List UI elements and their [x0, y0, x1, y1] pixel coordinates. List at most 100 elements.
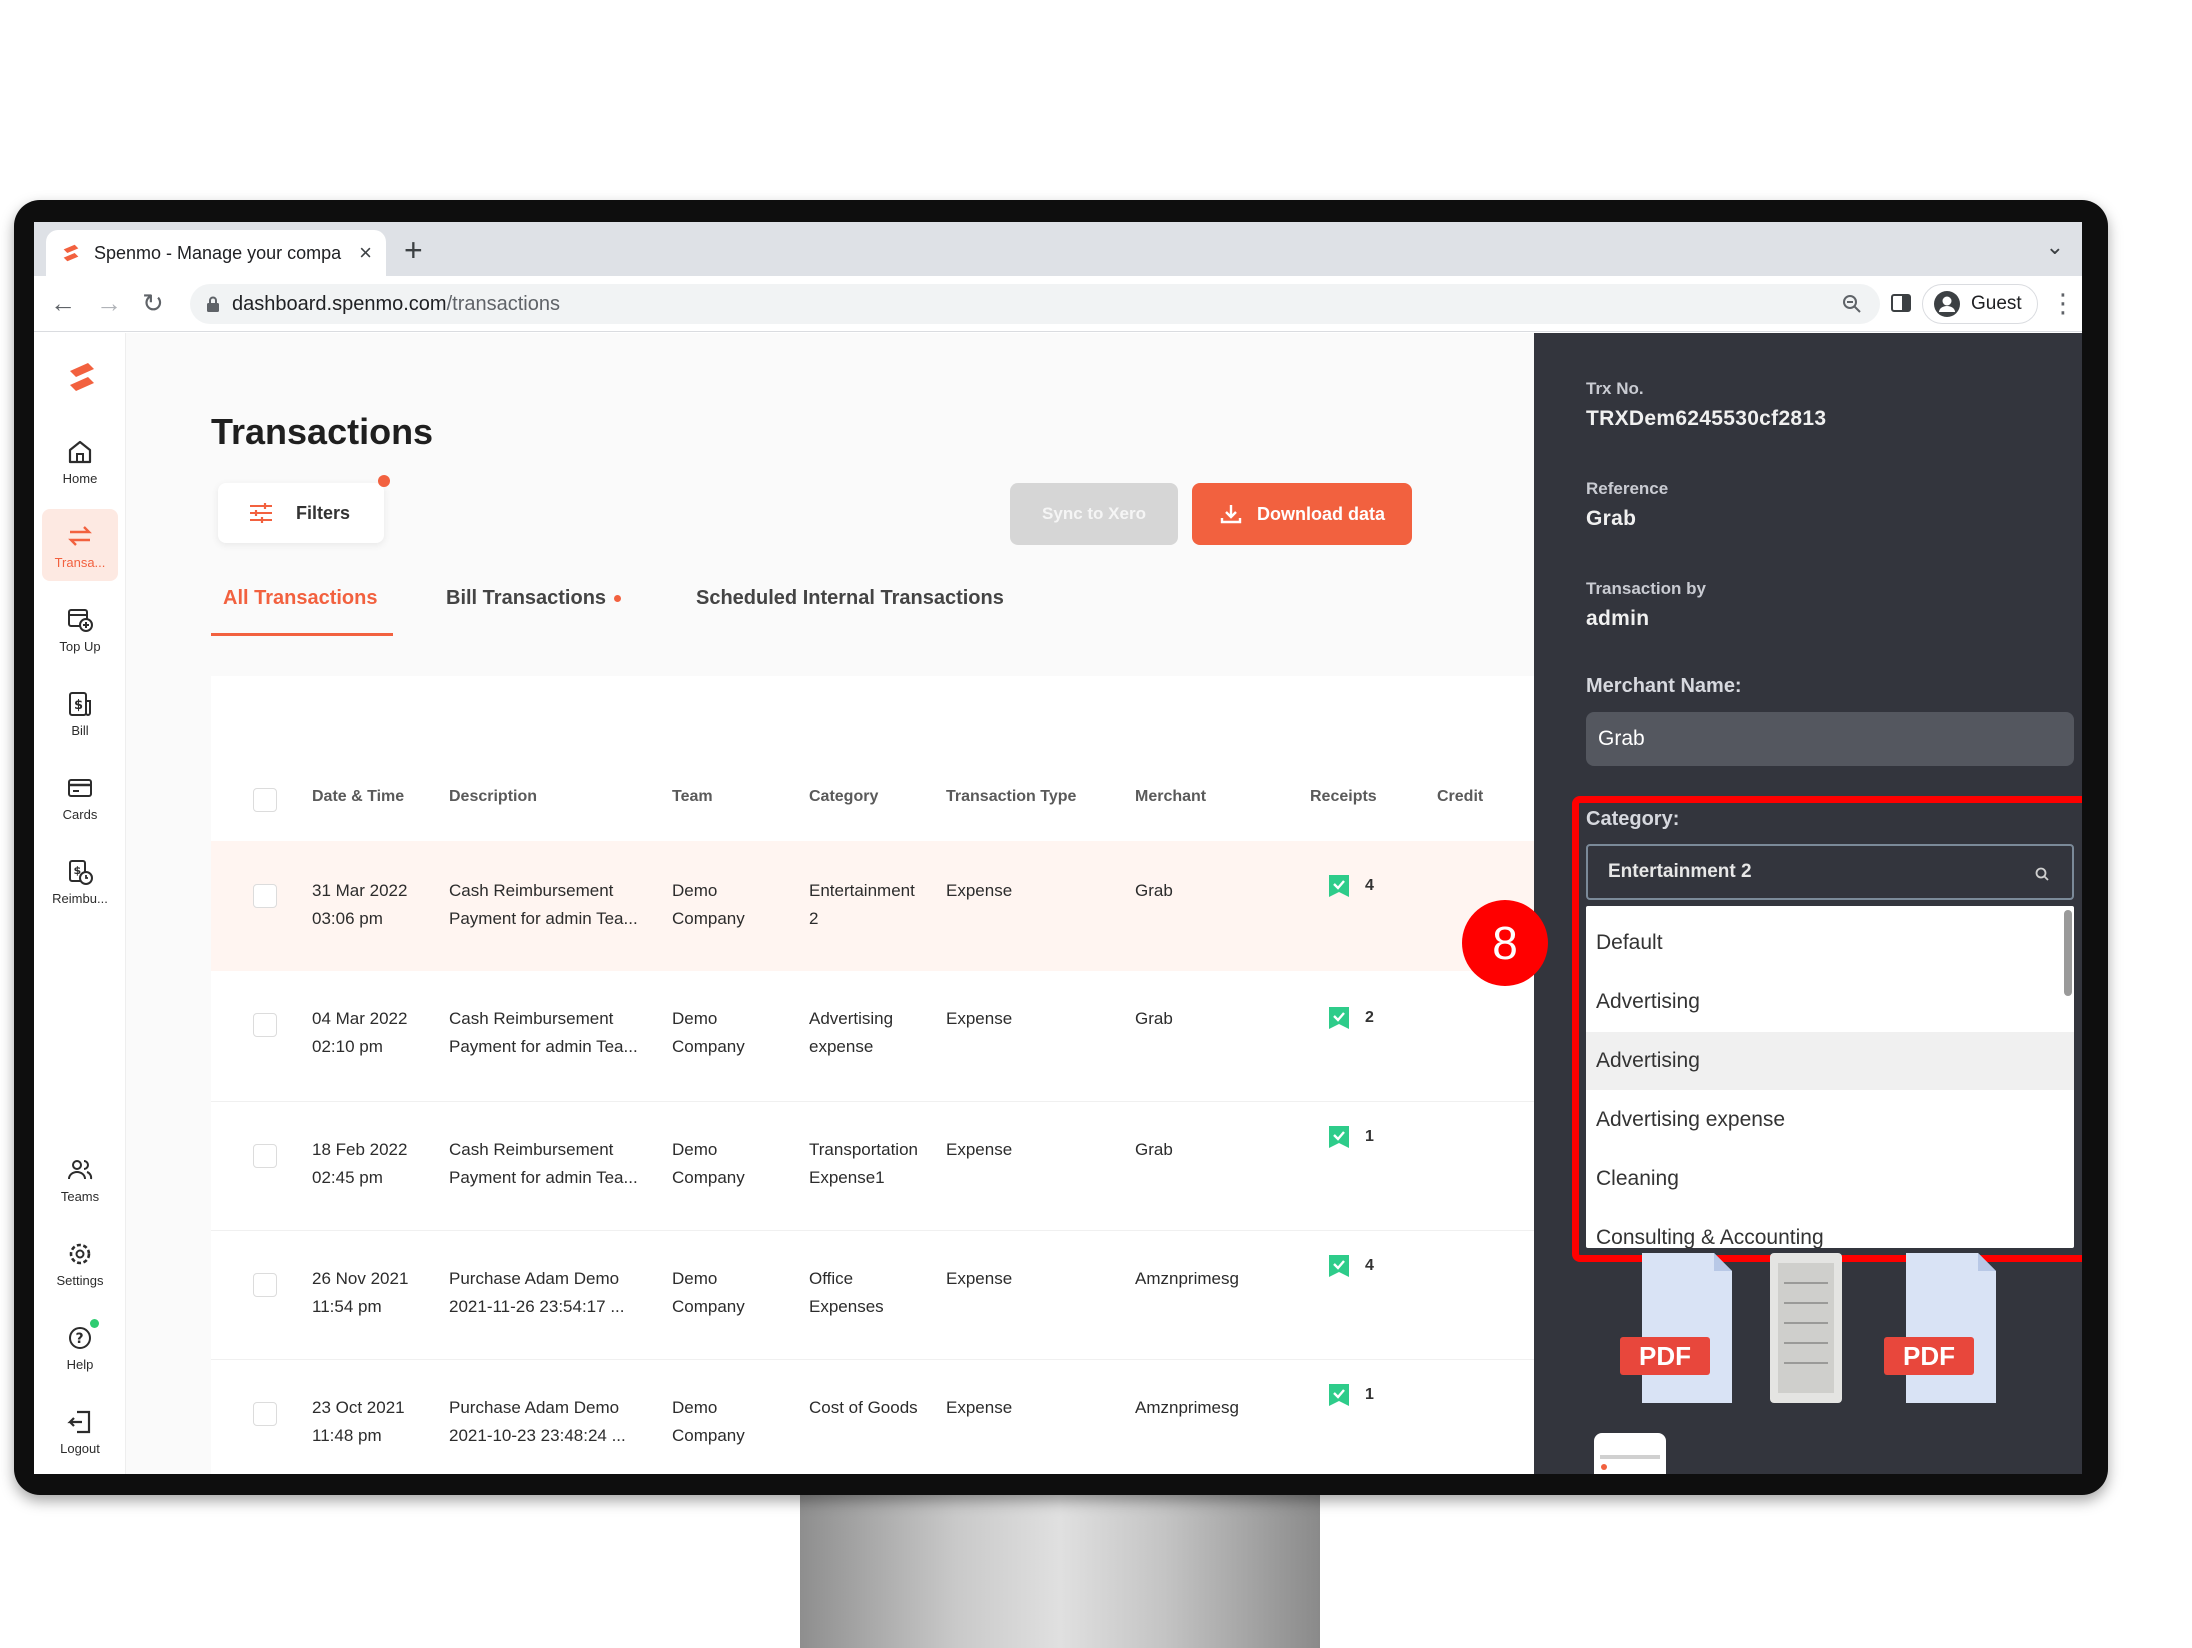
type-cell: Expense	[946, 881, 1013, 900]
table-row[interactable]: 31 Mar 2022 03:06 pm Cash Reimbursement Pa…	[211, 841, 1534, 971]
date-cell: 23 Oct 2021 11:48 pm	[312, 1398, 405, 1445]
team-cell: Demo Company	[672, 1140, 745, 1187]
merchant-name-field[interactable]: Grab	[1586, 712, 2074, 766]
sidebar-item-reimbursement[interactable]: $ Reimbu...	[42, 845, 118, 917]
pdf-file-icon[interactable]: PDF	[1620, 1253, 1742, 1403]
type-cell: Expense	[946, 1398, 1013, 1417]
close-tab-icon[interactable]: ×	[359, 240, 372, 266]
url-text: dashboard.spenmo.com/transactions	[232, 292, 560, 315]
back-arrow-icon[interactable]: ←	[50, 288, 76, 318]
pdf-file-icon[interactable]: PDF	[1884, 1253, 2006, 1403]
sidebar-item-settings[interactable]: Settings	[42, 1227, 118, 1299]
tab-bill-transactions[interactable]: Bill Transactions	[446, 583, 622, 613]
browser-menu-icon[interactable]: ⋮	[2050, 288, 2076, 319]
address-bar: ← → ↻ dashboard.spenmo.com/transactions …	[34, 276, 2082, 332]
description-cell: Purchase Adam Demo 2021-10-23 23:48:24 ..…	[449, 1398, 626, 1445]
forward-arrow-icon[interactable]: →	[96, 288, 122, 318]
zoom-icon[interactable]	[1840, 292, 1864, 316]
sidebar-item-logout[interactable]: Logout	[42, 1395, 118, 1467]
column-header[interactable]: Credit	[1437, 788, 1483, 806]
sidebar-item-teams[interactable]: Teams	[42, 1143, 118, 1215]
new-tab-button[interactable]: +	[404, 232, 423, 268]
app: Home Transa... Top Up $ Bill Cards $ Rei…	[34, 333, 2082, 1474]
column-header[interactable]: Date & Time	[312, 788, 404, 806]
sidebar-item-transactions[interactable]: Transa...	[42, 509, 118, 581]
card-icon	[68, 778, 92, 797]
tab-all-transactions[interactable]: All Transactions	[223, 583, 378, 613]
table-row[interactable]: 23 Oct 2021 11:48 pm Purchase Adam Demo 20…	[211, 1360, 1534, 1474]
page-title: Transactions	[211, 411, 434, 452]
tab-title: Spenmo - Manage your compa	[94, 242, 342, 263]
trx-no-value: TRXDem6245530cf2813	[1586, 407, 1827, 430]
column-header[interactable]: Merchant	[1135, 788, 1206, 806]
url-omnibox[interactable]: dashboard.spenmo.com/transactions	[190, 284, 1880, 324]
profile-label: Guest	[1971, 293, 2022, 314]
sliders-icon	[250, 503, 272, 523]
filters-button[interactable]: Filters	[218, 475, 390, 543]
receipt-thumbnail[interactable]	[1594, 1433, 1666, 1474]
transaction-detail-panel: Trx No. TRXDem6245530cf2813 Reference Gr…	[1534, 333, 2082, 1474]
receipts-cell[interactable]: 2	[1327, 1005, 1374, 1031]
column-header[interactable]: Receipts	[1310, 788, 1377, 806]
reload-icon[interactable]: ↻	[142, 288, 164, 318]
column-header[interactable]: Transaction Type	[946, 788, 1076, 806]
sidebar-item-cards[interactable]: Cards	[42, 761, 118, 833]
top-up-icon	[68, 608, 93, 632]
row-checkbox[interactable]	[253, 1013, 277, 1037]
column-header[interactable]: Description	[449, 788, 537, 806]
receipt-check-icon	[1329, 875, 1349, 897]
main-content: Transactions Filters Sync to Xero Downlo…	[126, 333, 1534, 1474]
merchant-cell: Grab	[1135, 1140, 1173, 1159]
receipt-thumbnail[interactable]	[1770, 1253, 1842, 1403]
merchant-cell: Grab	[1135, 881, 1173, 900]
annotation-highlight-box	[1572, 796, 2082, 1262]
select-all-checkbox[interactable]	[253, 788, 277, 812]
browser-tab[interactable]: Spenmo - Manage your compa ×	[46, 230, 386, 276]
sidebar-item-top-up[interactable]: Top Up	[42, 593, 118, 665]
teams-icon	[68, 1159, 93, 1179]
pdf-file-label: PDF	[1639, 1341, 1691, 1371]
reference-label: Reference	[1586, 479, 1669, 498]
svg-text:$: $	[74, 698, 83, 713]
sidebar-item-bill[interactable]: $ Bill	[42, 677, 118, 749]
active-tab-underline	[211, 633, 393, 636]
transaction-by-value: admin	[1586, 607, 1650, 630]
download-icon	[1220, 505, 1242, 524]
table-row[interactable]: 26 Nov 2021 11:54 pm Purchase Adam Demo 20…	[211, 1231, 1534, 1359]
profile-button[interactable]: Guest	[1922, 284, 2038, 324]
sync-to-xero-button[interactable]: Sync to Xero	[1010, 483, 1178, 545]
screen: Spenmo - Manage your compa × + ⌄ ← → ↻ d…	[34, 222, 2082, 1474]
side-panel-icon[interactable]	[1890, 292, 1912, 314]
tab-search-chevron-icon[interactable]: ⌄	[2046, 234, 2064, 260]
row-checkbox[interactable]	[253, 1144, 277, 1168]
receipt-check-icon	[1329, 1126, 1349, 1148]
row-checkbox[interactable]	[253, 1273, 277, 1297]
receipts-cell[interactable]: 4	[1327, 1253, 1374, 1279]
receipts-cell[interactable]: 1	[1327, 1124, 1374, 1150]
svg-text:?: ?	[76, 1331, 84, 1347]
stage: Spenmo - Manage your compa × + ⌄ ← → ↻ d…	[0, 0, 2192, 1648]
date-cell: 18 Feb 2022 02:45 pm	[312, 1140, 408, 1187]
spenmo-logo-icon[interactable]	[64, 359, 100, 395]
filters-badge	[378, 475, 390, 487]
row-checkbox[interactable]	[253, 1402, 277, 1426]
category-cell: Office Expenses	[809, 1269, 884, 1316]
column-header[interactable]: Category	[809, 788, 878, 806]
bill-icon: $	[69, 691, 91, 716]
sidebar-item-home[interactable]: Home	[42, 425, 118, 497]
receipts-cell[interactable]: 1	[1327, 1382, 1374, 1408]
column-header[interactable]: Team	[672, 788, 713, 806]
bill-tab-dot	[614, 595, 622, 603]
tab-scheduled-internal-transactions[interactable]: Scheduled Internal Transactions	[696, 583, 1004, 613]
help-icon: ?	[69, 1326, 91, 1349]
description-cell: Cash Reimbursement Payment for admin Tea.…	[449, 1009, 638, 1056]
download-data-button[interactable]: Download data	[1192, 483, 1412, 545]
sidebar-item-help[interactable]: ? Help	[42, 1311, 118, 1383]
table-row[interactable]: 18 Feb 2022 02:45 pm Cash Reimbursement Pa…	[211, 1102, 1534, 1230]
date-cell: 26 Nov 2021 11:54 pm	[312, 1269, 409, 1316]
row-checkbox[interactable]	[253, 884, 277, 908]
spenmo-logo-icon	[63, 244, 79, 262]
avatar-icon	[1934, 291, 1960, 317]
table-row[interactable]: 04 Mar 2022 02:10 pm Cash Reimbursement Pa…	[211, 971, 1534, 1101]
receipts-cell[interactable]: 4	[1327, 873, 1374, 899]
